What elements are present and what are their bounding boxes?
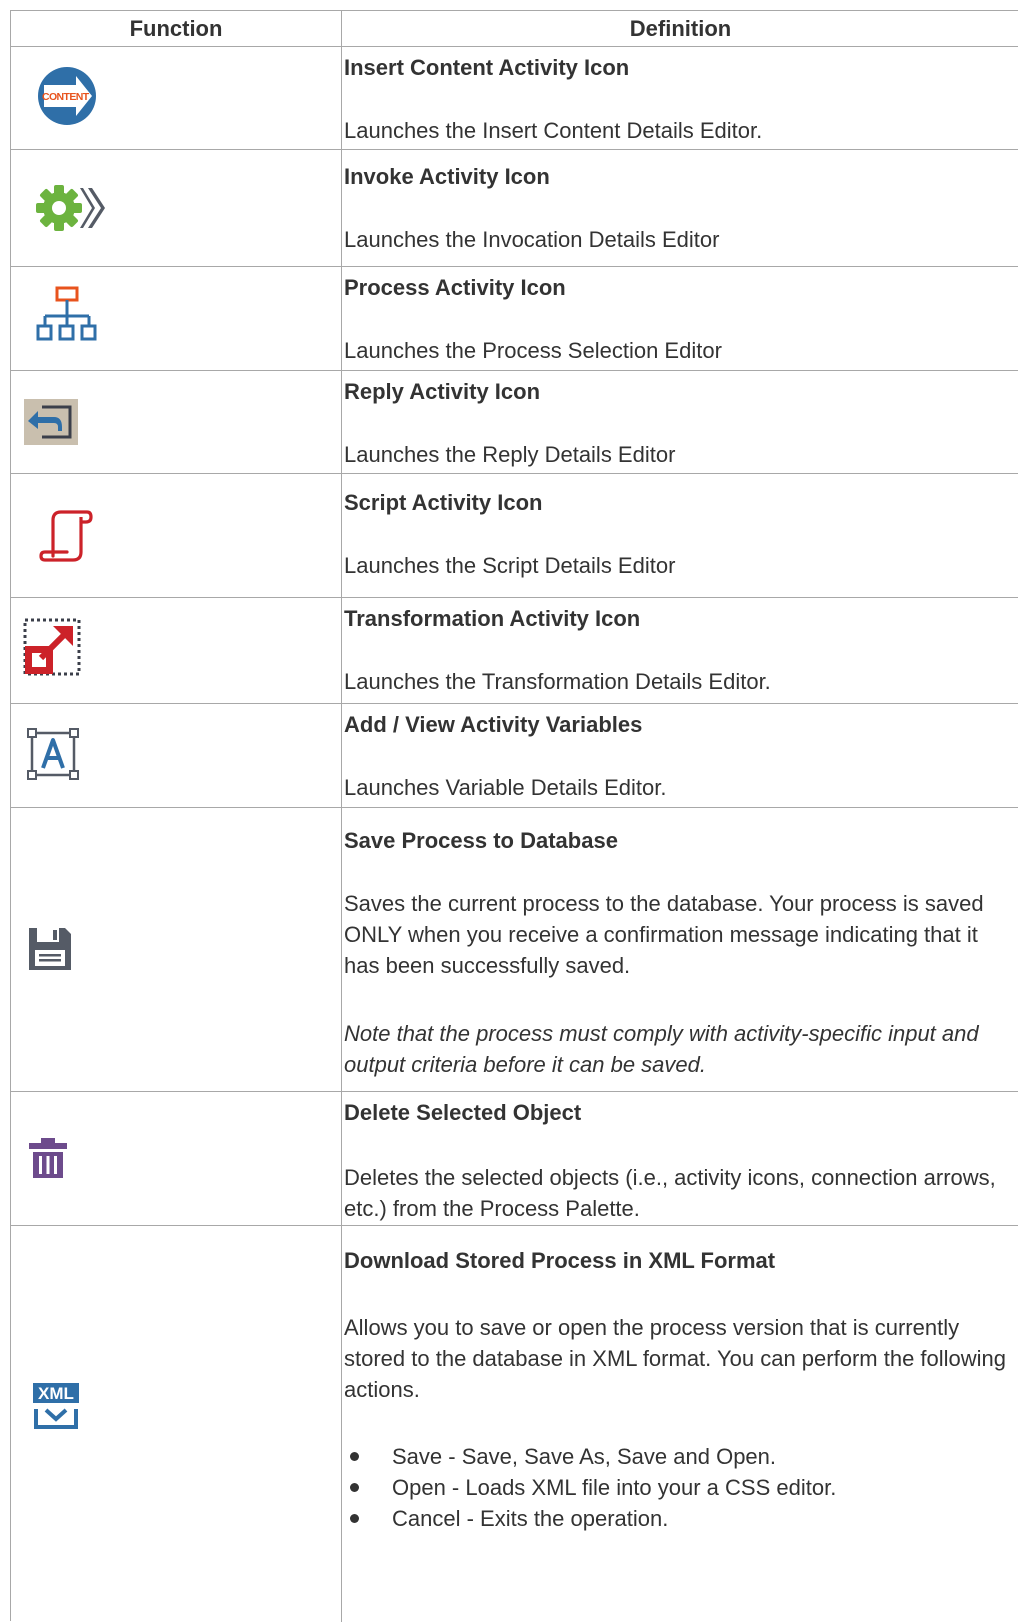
table-header-row: Function Definition [11, 11, 1018, 47]
action-list: Save - Save, Save As, Save and Open. Ope… [344, 1441, 836, 1534]
table-row: Delete Selected Object Deletes the selec… [11, 1092, 1018, 1226]
table-row: Transformation Activity Icon Launches th… [11, 598, 1018, 704]
list-item: Open - Loads XML file into your a CSS ed… [344, 1472, 836, 1503]
table-row: Save Process to Database Saves the curre… [11, 808, 1018, 1092]
table-row: Add / View Activity Variables Launches V… [11, 704, 1018, 808]
row-description: Launches the Reply Details Editor [344, 442, 676, 467]
row-description: Saves the current process to the databas… [344, 891, 984, 978]
row-title: Invoke Activity Icon [344, 164, 550, 189]
trash-icon [29, 1138, 67, 1178]
row-description: Deletes the selected objects (i.e., acti… [344, 1165, 996, 1221]
row-title: Add / View Activity Variables [344, 712, 643, 737]
row-description: Launches the Script Details Editor [344, 553, 676, 578]
row-title: Save Process to Database [344, 828, 618, 853]
process-hierarchy-icon [36, 286, 97, 341]
row-title: Reply Activity Icon [344, 379, 541, 404]
list-item: Save - Save, Save As, Save and Open. [344, 1441, 836, 1472]
svg-text:XML: XML [38, 1384, 74, 1403]
row-note: Note that the process must comply with a… [344, 1021, 979, 1077]
row-title: Insert Content Activity Icon [344, 55, 630, 80]
table-row: XML Download Stored Process in XML Forma… [11, 1226, 1018, 1622]
row-title: Download Stored Process in XML Format [344, 1248, 776, 1273]
row-description: Launches the Process Selection Editor [344, 338, 722, 363]
script-scroll-icon [39, 510, 93, 562]
row-description: Launches the Invocation Details Editor [344, 227, 720, 252]
list-item: Cancel - Exits the operation. [344, 1503, 836, 1534]
row-description: Launches the Transformation Details Edit… [344, 669, 771, 694]
header-definition: Definition [629, 16, 732, 41]
table-row: Process Activity Icon Launches the Proce… [11, 267, 1018, 371]
save-disk-icon [29, 928, 71, 970]
table-row: Reply Activity Icon Launches the Reply D… [11, 371, 1018, 474]
variables-icon [27, 728, 79, 780]
definitions-table: Function Definition CONTENT Insert Conte… [10, 10, 1018, 1622]
row-title: Delete Selected Object [344, 1100, 582, 1125]
content-arrow-icon: CONTENT [38, 67, 96, 125]
header-function: Function [11, 11, 342, 46]
row-description: Launches Variable Details Editor. [344, 775, 667, 800]
table-row: CONTENT Insert Content Activity Icon Lau… [11, 47, 1018, 150]
row-title: Process Activity Icon [344, 275, 566, 300]
transformation-icon [23, 618, 81, 676]
row-title: Script Activity Icon [344, 490, 543, 515]
svg-text:CONTENT: CONTENT [42, 91, 90, 103]
row-description: Allows you to save or open the process v… [344, 1315, 1007, 1402]
row-title: Transformation Activity Icon [344, 606, 641, 631]
invoke-gear-icon [36, 185, 105, 231]
reply-arrow-icon [24, 399, 78, 445]
xml-download-icon: XML [33, 1383, 79, 1429]
row-description: Launches the Insert Content Details Edit… [344, 118, 763, 143]
table-row: Script Activity Icon Launches the Script… [11, 474, 1018, 598]
table-row: Invoke Activity Icon Launches the Invoca… [11, 150, 1018, 267]
